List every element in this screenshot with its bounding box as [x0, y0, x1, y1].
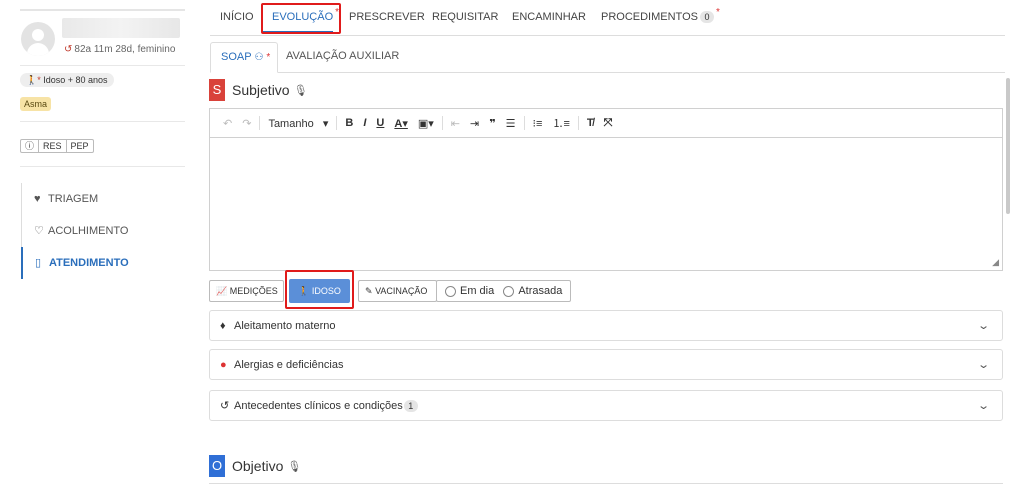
avatar [21, 22, 55, 56]
undo-icon[interactable]: ↶ [223, 117, 232, 130]
objetivo-header: O Objetivo 🎙 [209, 455, 301, 477]
sidebar-divider [20, 166, 185, 167]
patient-record-buttons: ⓘ RES PEP [20, 139, 94, 153]
sidebar-top-divider [20, 9, 185, 11]
numbered-list-icon[interactable]: ⒈≡ [552, 115, 569, 131]
active-tab-indicator [263, 31, 333, 33]
pep-button[interactable]: PEP [67, 140, 93, 152]
bullet-list-icon[interactable]: ⁝≡ [533, 117, 543, 130]
subjetivo-letter: S [209, 79, 225, 101]
underline-icon[interactable]: U [376, 117, 384, 129]
history-icon: ↺ [220, 400, 230, 412]
subjetivo-text-area[interactable] [210, 138, 1002, 270]
alert-icon: ● [220, 358, 227, 371]
vacinacao-status-group: Em dia Atrasada [436, 280, 571, 302]
sub-tabs: SOAP ⚇ * AVALIAÇÃO AUXILIAR [210, 42, 1005, 73]
chevron-down-icon: ⌄ [976, 359, 990, 371]
tab-procedimentos[interactable]: PROCEDIMENTOS 0 * [601, 7, 720, 23]
syringe-icon: ✎ [365, 286, 373, 296]
sidebar-item-atendimento[interactable]: ▯ ATENDIMENTO [21, 247, 191, 279]
outdent-icon[interactable]: ⇤ [451, 117, 460, 130]
accordion-aleitamento[interactable]: ♦ Aleitamento materno ⌄ [209, 310, 1003, 341]
sidebar-nav: ♥ TRIAGEM ♡ ACOLHIMENTO ▯ ATENDIMENTO [21, 183, 191, 279]
tab-soap[interactable]: SOAP ⚇ * [210, 42, 278, 73]
clear-format-icon[interactable]: T̸ [587, 117, 594, 129]
sidebar-divider [20, 121, 185, 122]
chart-line-icon: 📈 [216, 286, 228, 296]
patient-name-redacted [62, 18, 180, 38]
chevron-down-icon: ⌄ [976, 320, 990, 332]
subjetivo-title: Subjetivo [232, 82, 290, 98]
clipboard-icon: ▯ [35, 257, 42, 269]
people-icon: ⚇ [254, 52, 264, 63]
chevron-down-icon: ⌄ [976, 400, 990, 412]
walking-person-icon: 🚶 [26, 75, 38, 85]
italic-icon[interactable]: I [363, 117, 366, 129]
tab-inicio[interactable]: INÍCIO [220, 11, 254, 23]
idoso-button[interactable]: 🚶 IDOSO [289, 279, 350, 303]
highlight-color-icon[interactable]: ▣▾ [418, 117, 434, 130]
procedimentos-count-badge: 0 [699, 11, 714, 23]
patient-sidebar: ↺ 82a 11m 28d, feminino 🚶* Idoso + 80 ano… [0, 0, 195, 486]
accordion-antecedentes[interactable]: ↺ Antecedentes clínicos e condições 1 ⌄ [209, 390, 1003, 421]
objetivo-title: Objetivo [232, 458, 284, 474]
heart-pulse-icon: ♥ [34, 193, 41, 205]
heart-icon: ♡ [34, 225, 44, 237]
subjetivo-editor: ↶ ↷ Tamanho ▾ B I U A▾ ▣▾ ⇤ ⇥ ❞ ☰ ⁝≡ ⒈≡ … [209, 108, 1003, 271]
tab-evolucao[interactable]: EVOLUÇÃO * [272, 7, 339, 23]
objetivo-editor-top-border [209, 483, 1003, 484]
indent-icon[interactable]: ⇥ [470, 117, 479, 130]
tab-requisitar[interactable]: REQUISITAR [432, 11, 498, 23]
tab-encaminhar[interactable]: ENCAMINHAR [512, 11, 586, 23]
font-color-icon[interactable]: A▾ [394, 117, 407, 130]
res-button[interactable]: RES [39, 140, 67, 152]
tag-idoso: 🚶* Idoso + 80 anos [20, 73, 114, 87]
microphone-icon[interactable]: 🎙 [287, 460, 301, 473]
subjetivo-header: S Subjetivo 🎙 [209, 79, 308, 101]
sidebar-divider [20, 65, 185, 66]
info-button[interactable]: ⓘ [21, 140, 40, 152]
sidebar-item-triagem[interactable]: ♥ TRIAGEM [21, 183, 191, 215]
drop-icon: ♦ [220, 319, 226, 332]
radio-atrasada[interactable] [503, 285, 515, 297]
quote-icon[interactable]: ❞ [489, 117, 495, 130]
fullscreen-icon[interactable]: ⤧ [604, 117, 613, 130]
sidebar-item-acolhimento[interactable]: ♡ ACOLHIMENTO [21, 215, 191, 247]
objetivo-letter: O [209, 455, 225, 477]
tab-prescrever[interactable]: PRESCREVER [349, 11, 425, 23]
redo-icon[interactable]: ↷ [242, 117, 251, 130]
scrollbar[interactable] [1006, 78, 1010, 214]
horizontal-rule-icon[interactable]: ☰ [506, 117, 516, 130]
patient-age-sex: ↺ 82a 11m 28d, feminino [64, 44, 176, 55]
editor-toolbar: ↶ ↷ Tamanho ▾ B I U A▾ ▣▾ ⇤ ⇥ ❞ ☰ ⁝≡ ⒈≡ … [210, 109, 1002, 138]
microphone-icon[interactable]: 🎙 [294, 84, 308, 97]
tag-asma: Asma [20, 97, 52, 111]
bold-icon[interactable]: B [345, 117, 353, 129]
accordion-alergias[interactable]: ● Alergias e deficiências ⌄ [209, 349, 1003, 380]
vacinacao-button[interactable]: ✎ VACINAÇÃO [358, 280, 437, 302]
antecedentes-count-badge: 1 [403, 399, 418, 412]
font-size-select[interactable]: Tamanho ▾ [268, 117, 328, 130]
medicoes-button[interactable]: 📈 MEDIÇÕES [209, 280, 284, 302]
walking-person-icon: 🚶 [298, 286, 310, 296]
history-icon: ↺ [64, 44, 73, 55]
tab-avaliacao-auxiliar[interactable]: AVALIAÇÃO AUXILIAR [286, 42, 399, 73]
radio-em-dia[interactable] [445, 285, 456, 297]
resize-handle-icon[interactable]: ◢ [992, 257, 999, 268]
